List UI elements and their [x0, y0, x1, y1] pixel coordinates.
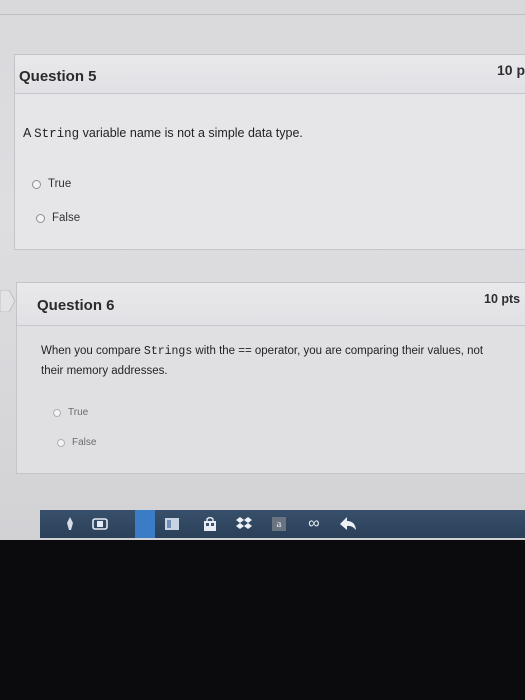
top-divider	[0, 14, 525, 15]
answer-true-q6[interactable]: True	[53, 407, 88, 418]
code-strings: Strings	[143, 345, 193, 358]
code-string: String	[34, 127, 80, 141]
radio-button[interactable]	[53, 408, 61, 417]
taskbar: a ∞	[40, 510, 525, 538]
phone-icon[interactable]	[92, 516, 108, 532]
question-6-points: 10 pts	[484, 292, 521, 306]
screen: Question 5 10 p A String variable name i…	[0, 0, 525, 540]
answer-false-q5[interactable]: False	[36, 212, 80, 224]
infinity-icon[interactable]: ∞	[306, 515, 322, 532]
question-6-flag-icon	[0, 290, 16, 312]
question-6-text-line2: their memory addresses.	[41, 365, 168, 377]
question-6-text-line1: When you compare Strings with the == ope…	[41, 345, 484, 358]
radio-button[interactable]	[57, 438, 65, 447]
question-5-points: 10 p	[497, 62, 525, 78]
app-icon[interactable]	[164, 516, 180, 532]
question-5-title: Question 5	[19, 68, 97, 85]
answer-false-q6[interactable]: False	[57, 437, 96, 448]
question-5-card: Question 5 10 p A String variable name i…	[14, 54, 525, 250]
answer-true-q5[interactable]: True	[32, 178, 71, 190]
active-app-highlight	[135, 510, 155, 538]
radio-button[interactable]	[36, 213, 45, 223]
dropbox-icon[interactable]	[236, 516, 252, 532]
question-5-text: A String variable name is not a simple d…	[23, 126, 303, 141]
pen-icon[interactable]	[62, 516, 78, 532]
radio-button[interactable]	[32, 179, 41, 189]
reply-icon[interactable]	[340, 516, 356, 532]
store-icon[interactable]	[202, 516, 218, 532]
question-6-card: Question 6 10 pts When you compare Strin…	[16, 282, 525, 474]
amazon-icon[interactable]: a	[272, 517, 286, 531]
question-6-title: Question 6	[37, 297, 115, 314]
